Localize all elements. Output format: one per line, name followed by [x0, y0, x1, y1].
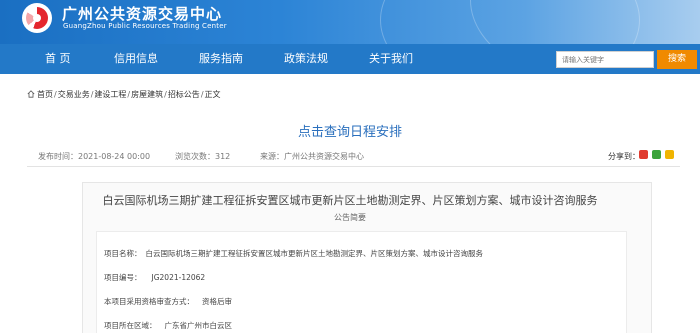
breadcrumb: 首页/交易业务/建设工程/房屋建筑/招标公告/正文: [27, 89, 221, 100]
nav-item-about[interactable]: 关于我们: [369, 44, 413, 74]
publish-time: 发布时间：2021-08-24 00:00: [38, 152, 151, 161]
share-wechat-icon[interactable]: [652, 150, 661, 159]
divider: [27, 166, 680, 167]
row-label: 本项目采用资格审查方式：: [104, 297, 194, 306]
search-button[interactable]: 搜索: [657, 50, 697, 69]
share-label: 分享到：: [608, 152, 640, 161]
row-label: 项目编号：: [104, 273, 142, 282]
breadcrumb-building[interactable]: 房屋建筑: [131, 90, 163, 99]
breadcrumb-trading[interactable]: 交易业务: [58, 90, 90, 99]
nav-item-home[interactable]: 首 页: [45, 44, 71, 74]
share-weibo-icon[interactable]: [639, 150, 648, 159]
nav-item-policies[interactable]: 政策法规: [284, 44, 328, 74]
project-number-row: 项目编号： JG2021-12062: [104, 272, 205, 283]
nav-item-service-guide[interactable]: 服务指南: [199, 44, 243, 74]
row-value: 广东省广州市白云区: [164, 321, 233, 330]
row-label: 项目所在区域：: [104, 321, 157, 330]
share-qq-icon[interactable]: [665, 150, 674, 159]
doc-subtitle: 公告简要: [334, 213, 366, 222]
site-title: 广州公共资源交易中心: [62, 5, 223, 23]
row-label: 项目名称：: [104, 249, 142, 258]
breadcrumb-current: 正文: [204, 90, 221, 99]
schedule-link[interactable]: 点击查询日程安排: [0, 121, 700, 140]
search-input[interactable]: [556, 51, 654, 68]
qualification-review-row: 本项目采用资格审查方式： 资格后审: [104, 296, 232, 307]
breadcrumb-construction[interactable]: 建设工程: [94, 90, 126, 99]
breadcrumb-home[interactable]: 首页: [37, 90, 53, 99]
view-count: 浏览次数：312: [175, 152, 231, 161]
project-region-row: 项目所在区域： 广东省广州市白云区: [104, 320, 232, 331]
nav-item-credit[interactable]: 信用信息: [114, 44, 158, 74]
article-source: 来源：广州公共资源交易中心: [260, 152, 364, 161]
logo-icon[interactable]: [22, 3, 52, 33]
site-header: 广州公共资源交易中心 GuangZhou Public Resources Tr…: [0, 0, 700, 44]
row-value: 资格后审: [202, 297, 232, 306]
row-value: JG2021-12062: [151, 273, 206, 282]
site-subtitle: GuangZhou Public Resources Trading Cente…: [63, 22, 227, 30]
breadcrumb-tender-notice[interactable]: 招标公告: [168, 90, 200, 99]
doc-title: 白云国际机场三期扩建工程征拆安置区城市更新片区土地勘测定界、片区策划方案、城市设…: [102, 194, 598, 207]
project-name-row: 项目名称： 白云国际机场三期扩建工程征拆安置区城市更新片区土地勘测定界、片区策划方…: [104, 248, 483, 259]
row-value: 白云国际机场三期扩建工程征拆安置区城市更新片区土地勘测定界、片区策划方案、城市设…: [145, 249, 484, 258]
home-icon: [27, 90, 35, 98]
header-decoration: [470, 0, 700, 44]
